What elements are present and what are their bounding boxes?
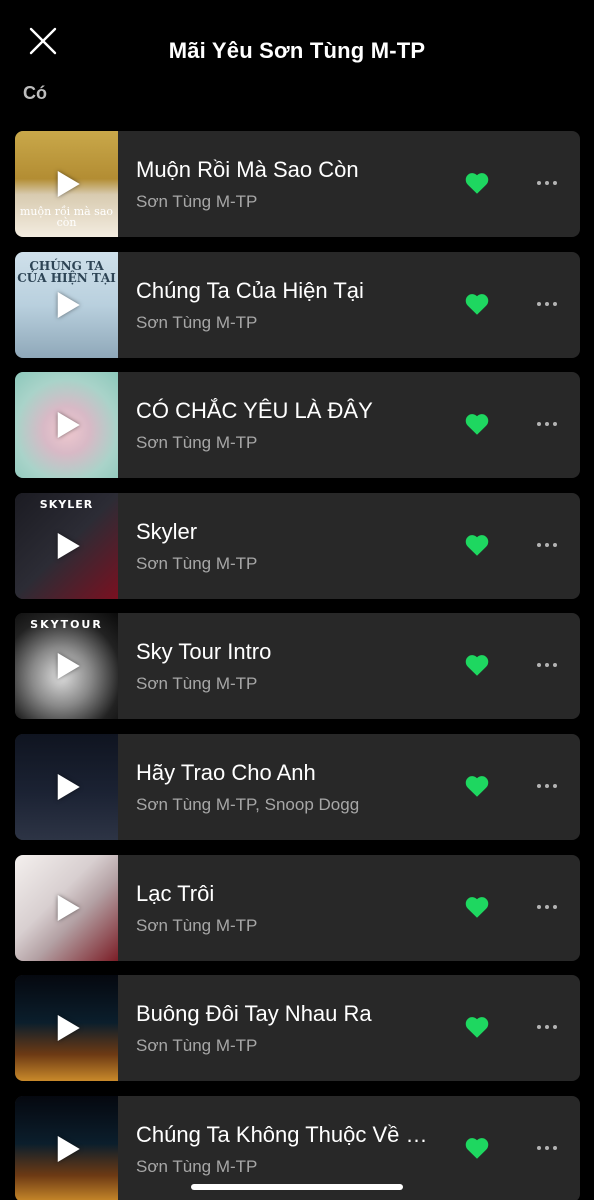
song-artist: Sơn Tùng M-TP: [136, 915, 258, 935]
heart-icon[interactable]: [465, 775, 489, 797]
song-row[interactable]: SKYTOUR Sky Tour Intro Sơn Tùng M-TP: [15, 613, 580, 720]
album-cover[interactable]: [15, 975, 118, 1082]
more-options-icon[interactable]: [531, 292, 563, 316]
play-icon[interactable]: [57, 653, 80, 680]
home-indicator[interactable]: [191, 1184, 403, 1190]
cover-text: muộn rồi mà sao còn: [19, 204, 114, 230]
playlist-screen: Mãi Yêu Sơn Tùng M-TP Có muộn rồi mà sao…: [0, 0, 594, 1200]
more-options-icon[interactable]: [531, 412, 563, 436]
dot: [553, 301, 557, 306]
dot: [553, 422, 557, 427]
song-row[interactable]: CHÚNG TA CỦA HIỆN TẠI Chúng Ta Của Hiện T…: [15, 251, 580, 358]
dot: [537, 181, 541, 185]
dot: [537, 542, 541, 547]
play-icon[interactable]: [57, 894, 80, 921]
heart-icon[interactable]: [465, 172, 489, 194]
song-artist: Sơn Tùng M-TP: [136, 553, 258, 573]
more-options-icon[interactable]: [531, 1136, 563, 1160]
song-title: Muộn Rồi Mà Sao Còn: [136, 157, 359, 182]
header: Mãi Yêu Sơn Tùng M-TP Có: [0, 0, 594, 110]
song-title: Lạc Trôi: [136, 880, 215, 906]
cover-text: CHÚNG TA CỦA HIỆN TẠI: [17, 258, 116, 286]
heart-icon[interactable]: [465, 896, 489, 918]
song-row[interactable]: Buông Đôi Tay Nhau Ra Sơn Tùng M-TP: [15, 975, 580, 1082]
dot: [553, 1025, 557, 1030]
dot: [545, 181, 549, 185]
more-options-icon[interactable]: [531, 1015, 563, 1039]
heart-icon[interactable]: [465, 654, 489, 677]
album-cover[interactable]: [15, 733, 118, 840]
album-cover[interactable]: SKYTOUR: [15, 613, 118, 720]
song-title: Buông Đôi Tay Nhau Ra: [136, 1001, 372, 1027]
dot: [537, 1025, 541, 1030]
song-row[interactable]: SKYLER Skyler Sơn Tùng M-TP: [15, 492, 580, 599]
heart-icon[interactable]: [465, 293, 489, 315]
dot: [537, 301, 541, 306]
cover-text: SKYLER: [39, 497, 94, 511]
more-options-icon[interactable]: [531, 774, 563, 798]
song-title: Sky Tour Intro: [136, 639, 272, 665]
play-icon[interactable]: [57, 773, 80, 800]
more-options-icon[interactable]: [531, 895, 563, 919]
dot: [545, 663, 549, 668]
heart-icon[interactable]: [465, 534, 489, 556]
song-list: muộn rồi mà sao còn Muộn Rồi Mà Sao Còn Sơ…: [15, 131, 580, 1200]
song-title: CÓ CHẮC YÊU LÀ ĐÂY: [136, 398, 373, 424]
dot: [545, 301, 549, 306]
album-cover[interactable]: SKYLER: [15, 492, 118, 599]
play-icon[interactable]: [57, 1135, 80, 1162]
play-icon[interactable]: [57, 412, 80, 439]
dot: [545, 783, 549, 788]
song-row[interactable]: CÓ CHẮC YÊU LÀ ĐÂY Sơn Tùng M-TP: [15, 372, 580, 479]
album-cover[interactable]: muộn rồi mà sao còn: [15, 131, 118, 237]
album-cover[interactable]: [15, 372, 118, 479]
album-cover[interactable]: [15, 854, 118, 961]
filter-label: Có: [23, 83, 47, 103]
dot: [545, 542, 549, 547]
more-options-icon[interactable]: [531, 171, 563, 195]
dot: [537, 783, 541, 788]
song-title: Hãy Trao Cho Anh: [136, 759, 316, 785]
dot: [545, 1145, 549, 1150]
song-artist: Sơn Tùng M-TP: [136, 1156, 258, 1176]
song-row[interactable]: muộn rồi mà sao còn Muộn Rồi Mà Sao Còn Sơ…: [15, 131, 580, 237]
more-options-icon[interactable]: [531, 653, 563, 677]
album-cover[interactable]: [15, 1095, 118, 1200]
heart-icon[interactable]: [465, 1016, 489, 1038]
song-artist: Sơn Tùng M-TP: [136, 312, 258, 332]
dot: [553, 663, 557, 668]
song-row[interactable]: Lạc Trôi Sơn Tùng M-TP: [15, 854, 580, 961]
heart-icon[interactable]: [465, 413, 489, 435]
page-title: Mãi Yêu Sơn Tùng M-TP: [168, 38, 426, 63]
dot: [553, 783, 557, 788]
song-title: Chúng Ta Không Thuộc Về Nhau: [136, 1121, 436, 1147]
song-artist: Sơn Tùng M-TP: [136, 192, 258, 211]
play-icon[interactable]: [57, 171, 80, 197]
song-artist: Sơn Tùng M-TP: [136, 1036, 258, 1056]
dot: [545, 904, 549, 909]
dot: [537, 1145, 541, 1150]
dot: [553, 542, 557, 547]
song-title: Skyler: [136, 518, 198, 544]
song-row[interactable]: Hãy Trao Cho Anh Sơn Tùng M-TP, Snoop Dog…: [15, 733, 580, 840]
song-artist: Sơn Tùng M-TP, Snoop Dogg: [136, 794, 360, 814]
dot: [537, 663, 541, 668]
dot: [553, 181, 557, 185]
dot: [545, 1025, 549, 1030]
dot: [537, 422, 541, 427]
play-icon[interactable]: [57, 291, 80, 318]
play-icon[interactable]: [57, 1015, 80, 1042]
play-icon[interactable]: [57, 532, 80, 559]
heart-icon[interactable]: [465, 1137, 489, 1159]
more-options-icon[interactable]: [531, 533, 563, 557]
song-title: Chúng Ta Của Hiện Tại: [136, 277, 364, 303]
album-cover[interactable]: CHÚNG TA CỦA HIỆN TẠI: [15, 251, 118, 358]
song-artist: Sơn Tùng M-TP: [136, 433, 258, 453]
cover-text: SKYTOUR: [30, 618, 103, 632]
dot: [545, 422, 549, 427]
dot: [553, 904, 557, 909]
song-artist: Sơn Tùng M-TP: [136, 674, 258, 694]
dot: [553, 1145, 557, 1150]
dot: [537, 904, 541, 909]
